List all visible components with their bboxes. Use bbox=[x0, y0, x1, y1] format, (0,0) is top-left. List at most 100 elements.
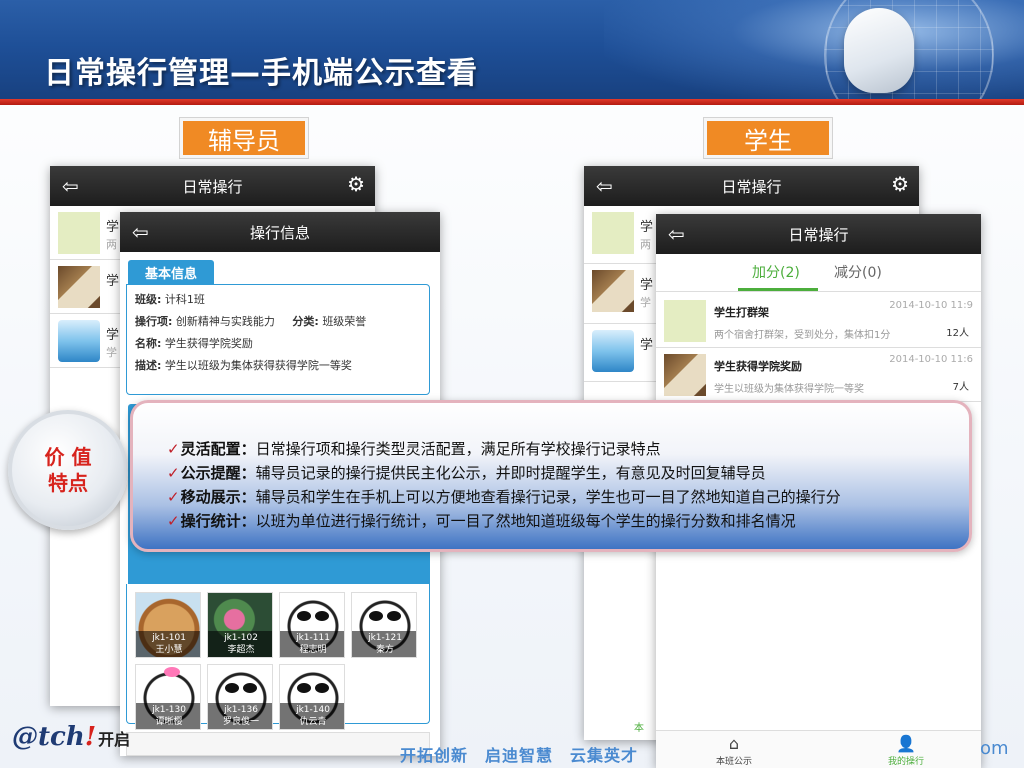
topbar: ⇦ 日常操行 ⚙ bbox=[50, 166, 375, 206]
list-item-desc: 两 bbox=[106, 238, 117, 251]
info-class: 班级: 计科1班 bbox=[135, 293, 421, 307]
logo-mark: ! bbox=[84, 722, 97, 752]
topbar-title: 日常操行 bbox=[721, 177, 782, 196]
student-id: jk1-130 bbox=[152, 705, 186, 715]
role-label-student: 学生 bbox=[704, 118, 832, 158]
home-icon: ⌂ bbox=[728, 734, 740, 753]
feature-text: 辅导员记录的操行提供民主化公示，并即时提醒学生，有意见及时回复辅导员 bbox=[255, 464, 766, 482]
back-arrow-icon[interactable]: ⇦ bbox=[596, 174, 613, 198]
bottom-nav-stub[interactable]: 本 bbox=[634, 719, 644, 734]
feature-key: 灵活配置： bbox=[180, 440, 256, 458]
info-label: 操行项: bbox=[135, 315, 173, 328]
student-name: 秦方 bbox=[375, 645, 394, 655]
avatar-caption: jk1-140 仇云青 bbox=[280, 703, 344, 729]
student-name: 程志明 bbox=[299, 645, 327, 655]
avatar-caption: jk1-121 秦方 bbox=[352, 631, 416, 657]
footer-slogan: 开拓创新 启迪智慧 云集英才 bbox=[400, 746, 639, 765]
gear-icon[interactable]: ⚙ bbox=[347, 172, 365, 196]
student-name: 王小慧 bbox=[155, 645, 183, 655]
feature-text: 日常操行项和操行类型灵活配置，满足所有学校操行记录特点 bbox=[255, 440, 661, 458]
footer-url-fragment: om bbox=[980, 738, 1009, 759]
value-features-badge: 价 值 特点 bbox=[8, 410, 128, 530]
topbar: ⇦ 日常操行 ⚙ bbox=[584, 166, 919, 206]
list-item-desc: 两 bbox=[640, 238, 651, 251]
feature-text: 以班为单位进行操行统计，可一目了然地知道班级每个学生的操行分数和排名情况 bbox=[255, 512, 796, 530]
nav-label: 本班公示 bbox=[715, 757, 752, 767]
feature-callout: ✓灵活配置：日常操行项和操行类型灵活配置，满足所有学校操行记录特点 ✓公示提醒：… bbox=[130, 400, 972, 552]
info-label: 描述: bbox=[135, 359, 162, 372]
thumbnail bbox=[664, 300, 706, 342]
badge-line: 价 值 bbox=[44, 445, 92, 469]
logo-cn: 开启 bbox=[98, 730, 131, 749]
info-label: 班级: bbox=[135, 293, 162, 306]
student-avatar-grid: jk1-101 王小慧 jk1-102 李超杰 jk1-111 程志明 jk1-121 秦方 j… bbox=[126, 584, 430, 730]
student-avatar[interactable]: jk1-136 罗良俊一 bbox=[207, 664, 273, 730]
record-date: 2014-10-10 11:6 bbox=[889, 354, 973, 365]
record-count: 7人 bbox=[952, 382, 969, 393]
student-avatar[interactable]: jk1-111 程志明 bbox=[279, 592, 345, 658]
active-tab-underline bbox=[738, 288, 818, 291]
nav-label: 我的操行 bbox=[887, 757, 924, 767]
check-icon: ✓ bbox=[167, 512, 180, 530]
tab-add-points[interactable]: 加分(2) bbox=[752, 262, 800, 282]
feature-item: ✓移动展示：辅导员和学生在手机上可以方便地查看操行记录，学生也可一目了然地知道自… bbox=[167, 485, 969, 509]
student-id: jk1-140 bbox=[296, 705, 330, 715]
info-value: 班级荣誉 bbox=[322, 315, 367, 328]
feature-text: 辅导员和学生在手机上可以方便地查看操行记录，学生也可一目了然地知道自己的操行分 bbox=[255, 488, 841, 506]
info-item: 操行项: 创新精神与实践能力 分类: 班级荣誉 bbox=[135, 315, 375, 329]
mouse-icon bbox=[844, 8, 914, 93]
feature-item: ✓操行统计：以班为单位进行操行统计，可一目了然地知道班级每个学生的操行分数和排名… bbox=[167, 509, 969, 533]
student-id: jk1-136 bbox=[224, 705, 258, 715]
topbar-title: 日常操行 bbox=[182, 177, 243, 196]
student-avatar[interactable]: jk1-140 仇云青 bbox=[279, 664, 345, 730]
banner-red-line bbox=[0, 99, 1024, 105]
user-icon: 👤 bbox=[896, 734, 916, 753]
feature-item: ✓灵活配置：日常操行项和操行类型灵活配置，满足所有学校操行记录特点 bbox=[167, 437, 969, 461]
list-item-title: 学 bbox=[640, 338, 654, 353]
info-label: 分类: bbox=[292, 315, 319, 328]
score-tabs: 加分(2) 减分(0) bbox=[656, 254, 981, 292]
page-title: 日常操行管理—手机端公示查看 bbox=[44, 56, 478, 91]
nav-my-conduct[interactable]: 👤 我的操行 bbox=[866, 734, 946, 767]
back-arrow-icon[interactable]: ⇦ bbox=[132, 220, 149, 244]
back-arrow-icon[interactable]: ⇦ bbox=[668, 222, 685, 246]
student-id: jk1-102 bbox=[224, 633, 258, 643]
topbar: ⇦ 日常操行 bbox=[656, 214, 981, 254]
tab-minus-points[interactable]: 减分(0) bbox=[834, 262, 882, 282]
feature-key: 移动展示： bbox=[180, 488, 256, 506]
list-item-title: 学 bbox=[640, 220, 654, 235]
nav-class-notice[interactable]: ⌂ 本班公示 bbox=[694, 734, 774, 767]
avatar-caption: jk1-130 谭晰樱 bbox=[136, 703, 200, 729]
list-item-title: 学 bbox=[640, 278, 654, 293]
gear-icon[interactable]: ⚙ bbox=[891, 172, 909, 196]
table-row[interactable]: 学生获得学院奖励 学生以班级为集体获得学院一等奖 2014-10-10 11:6… bbox=[656, 348, 981, 402]
avatar-caption: jk1-102 李超杰 bbox=[208, 631, 272, 657]
badge-line: 特点 bbox=[48, 471, 88, 495]
list-item-desc: 学 bbox=[106, 346, 117, 359]
info-footer-strip bbox=[126, 732, 430, 756]
certificate-thumbnail bbox=[592, 270, 634, 312]
bottom-nav: ⌂ 本班公示 👤 我的操行 bbox=[656, 730, 981, 768]
check-icon: ✓ bbox=[167, 440, 180, 458]
role-label-teacher: 辅导员 bbox=[180, 118, 308, 158]
student-avatar[interactable]: jk1-102 李超杰 bbox=[207, 592, 273, 658]
table-row[interactable]: 学生打群架 两个宿舍打群架，受到处分，集体扣1分 2014-10-10 11:9… bbox=[656, 294, 981, 348]
tab-basic-info[interactable]: 基本信息 bbox=[128, 260, 214, 284]
info-desc: 描述: 学生以班级为集体获得获得学院一等奖 bbox=[135, 359, 421, 373]
student-name: 李超杰 bbox=[227, 645, 255, 655]
header-banner: 日常操行管理—手机端公示查看 bbox=[0, 0, 1024, 105]
avatar-caption: jk1-101 王小慧 bbox=[136, 631, 200, 657]
wave-thumbnail bbox=[58, 320, 100, 362]
back-arrow-icon[interactable]: ⇦ bbox=[62, 174, 79, 198]
student-avatar[interactable]: jk1-101 王小慧 bbox=[135, 592, 201, 658]
student-avatar[interactable]: jk1-130 谭晰樱 bbox=[135, 664, 201, 730]
record-date: 2014-10-10 11:9 bbox=[889, 300, 973, 311]
record-desc: 学生以班级为集体获得学院一等奖 bbox=[714, 384, 864, 395]
avatar-caption: jk1-111 程志明 bbox=[280, 631, 344, 657]
thumbnail bbox=[58, 212, 100, 254]
student-avatar[interactable]: jk1-121 秦方 bbox=[351, 592, 417, 658]
certificate-thumbnail bbox=[664, 354, 706, 396]
check-icon: ✓ bbox=[167, 464, 180, 482]
list-item-title: 学 bbox=[106, 274, 120, 289]
thumbnail bbox=[592, 212, 634, 254]
